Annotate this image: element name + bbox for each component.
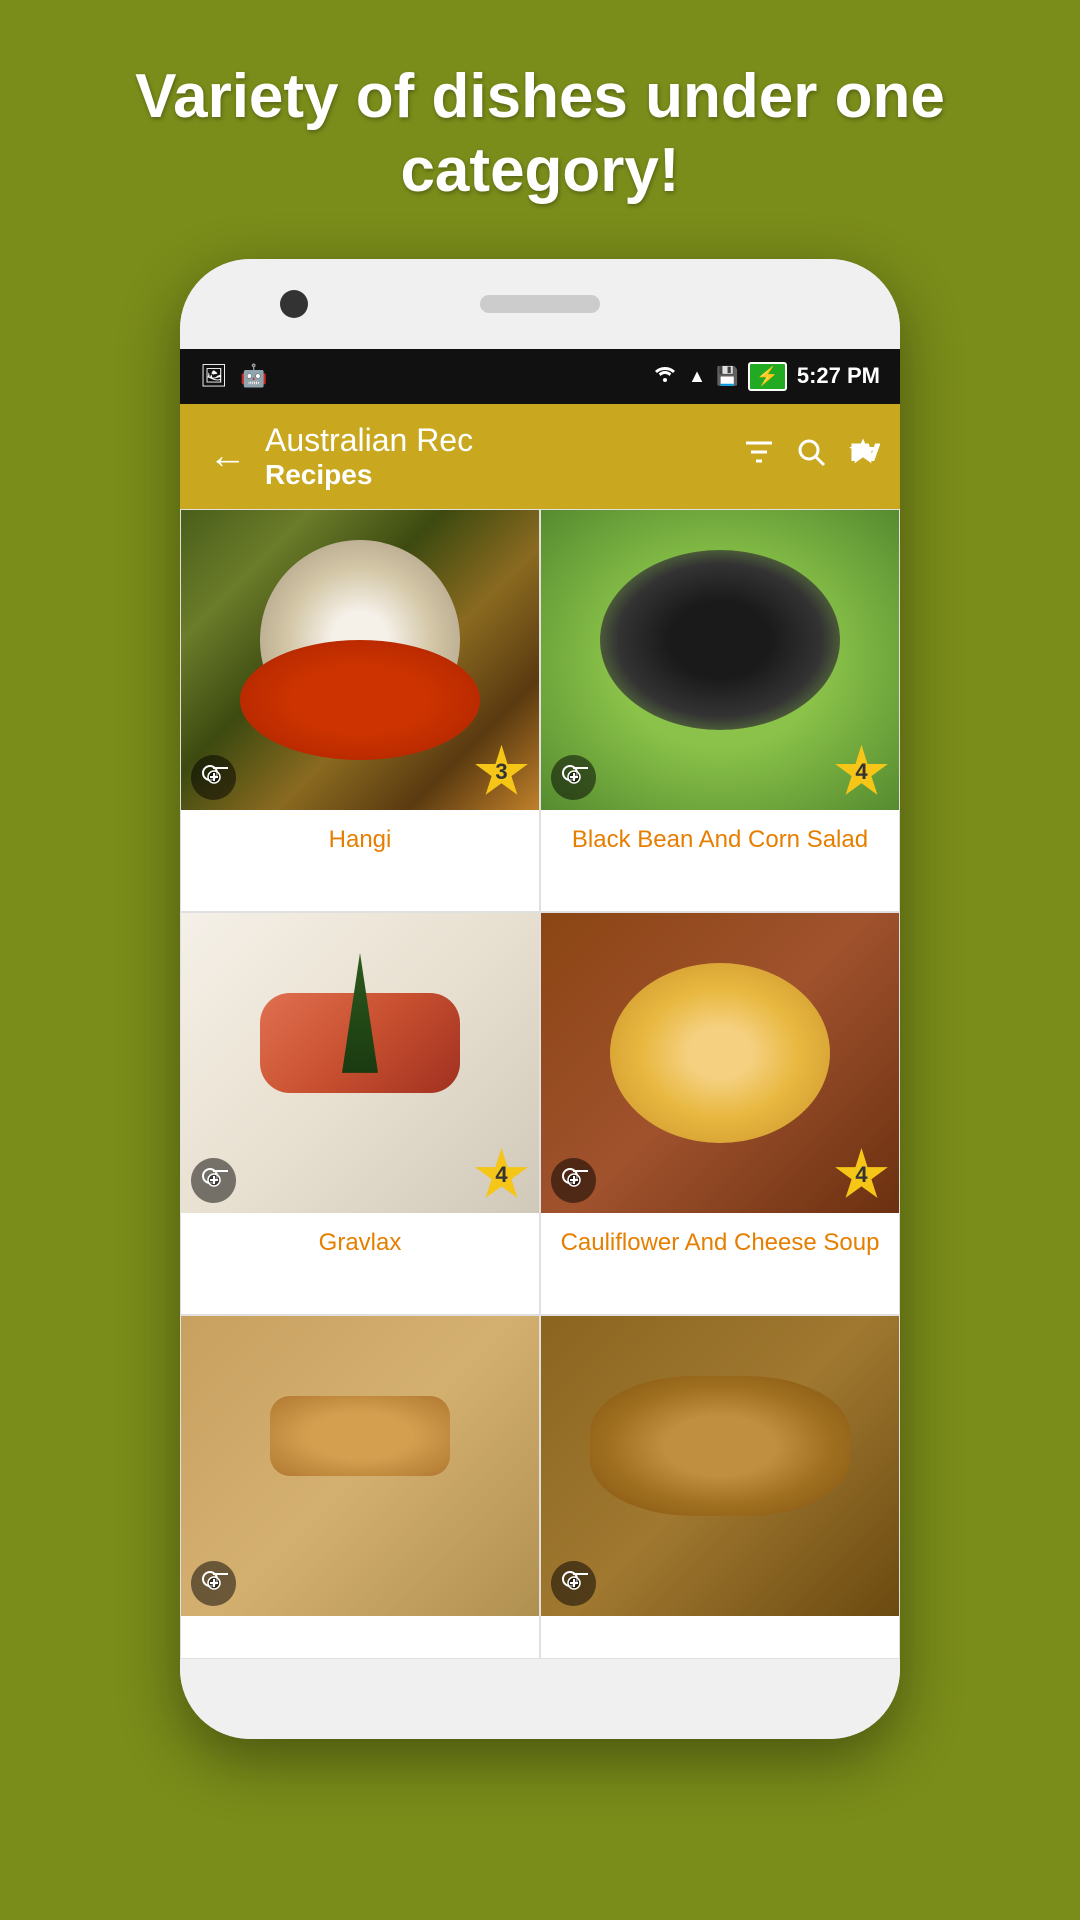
app-bar-title: Australian Rec xyxy=(265,422,732,459)
app-bar: ← Australian Rec Recipes xyxy=(180,404,900,509)
status-bar: 🖼 🤖 ▲ 💾 ⚡ 5:27 PM xyxy=(180,349,900,404)
recipe-image-3: 4 xyxy=(181,913,539,1213)
recipe-card-6[interactable] xyxy=(540,1315,900,1659)
recipe-photo-5 xyxy=(181,1316,539,1616)
app-bar-title-area: Australian Rec Recipes xyxy=(265,422,732,491)
add-recipe-icon-3[interactable] xyxy=(191,1158,236,1203)
recipe-photo-6 xyxy=(541,1316,899,1616)
android-icon: 🤖 xyxy=(240,363,267,389)
recipe-image-4: 4 xyxy=(541,913,899,1213)
recipe-name-4: Cauliflower And Cheese Soup xyxy=(541,1213,899,1272)
add-recipe-icon-6[interactable] xyxy=(551,1561,596,1606)
recipe-card-4[interactable]: 4Cauliflower And Cheese Soup xyxy=(540,912,900,1315)
recipe-card-2[interactable]: 4Black Bean And Corn Salad xyxy=(540,509,900,912)
signal-icon: ▲ xyxy=(688,366,706,387)
battery-icon: ⚡ xyxy=(748,362,786,391)
recipe-card-1[interactable]: 3Hangi xyxy=(180,509,540,912)
phone-camera xyxy=(280,290,308,318)
add-recipe-icon-2[interactable] xyxy=(551,755,596,800)
search-icon[interactable] xyxy=(794,435,828,478)
phone-speaker xyxy=(480,295,600,313)
recipe-name-1: Hangi xyxy=(181,810,539,869)
add-recipe-icon-4[interactable] xyxy=(551,1158,596,1203)
favorites-icon[interactable]: FV xyxy=(846,435,880,478)
app-bar-actions: FV xyxy=(742,435,880,478)
recipe-name-3: Gravlax xyxy=(181,1213,539,1272)
recipe-card-5[interactable] xyxy=(180,1315,540,1659)
recipe-grid: 3Hangi4Black Bean And Corn Salad4Gravlax… xyxy=(180,509,900,1659)
status-right-area: ▲ 💾 ⚡ 5:27 PM xyxy=(652,362,880,391)
recipe-name-2: Black Bean And Corn Salad xyxy=(541,810,899,869)
phone-top-bezel xyxy=(180,259,900,349)
filter-icon[interactable] xyxy=(742,435,776,478)
recipe-image-6 xyxy=(541,1316,899,1616)
recipe-image-1: 3 xyxy=(181,510,539,810)
recipe-image-2: 4 xyxy=(541,510,899,810)
recipe-image-5 xyxy=(181,1316,539,1616)
app-bar-subtitle: Recipes xyxy=(265,459,732,491)
phone-mockup: 🖼 🤖 ▲ 💾 ⚡ 5:27 PM ← Australian Rec Recip… xyxy=(180,259,900,1739)
add-recipe-icon-1[interactable] xyxy=(191,755,236,800)
back-button[interactable]: ← xyxy=(200,435,255,478)
wifi-icon xyxy=(652,363,678,389)
phone-bottom-bezel xyxy=(180,1659,900,1739)
svg-text:FV: FV xyxy=(851,440,879,465)
status-left-icons: 🖼 🤖 xyxy=(200,363,267,389)
add-recipe-icon-5[interactable] xyxy=(191,1561,236,1606)
gallery-icon: 🖼 xyxy=(200,363,228,389)
recipe-card-3[interactable]: 4Gravlax xyxy=(180,912,540,1315)
storage-icon: 💾 xyxy=(716,366,738,387)
status-time: 5:27 PM xyxy=(797,363,880,389)
content-area: 3Hangi4Black Bean And Corn Salad4Gravlax… xyxy=(180,509,900,1659)
hero-tagline: Variety of dishes under one category! xyxy=(0,0,1080,259)
